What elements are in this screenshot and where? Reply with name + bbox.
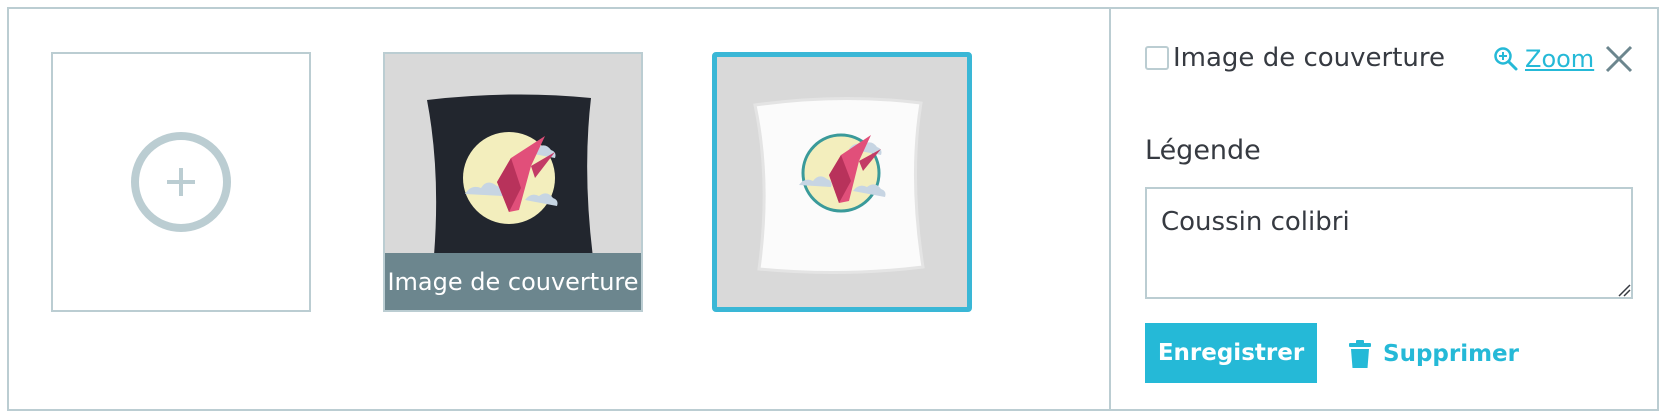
close-icon (1605, 45, 1633, 73)
image-details: Image de couverture Zoom Légende Coussin… (1145, 9, 1645, 409)
close-button[interactable] (1601, 41, 1637, 77)
caption-label: Légende (1145, 135, 1261, 166)
pillow-white-image (717, 57, 967, 307)
plus-circle-icon (131, 132, 231, 232)
zoom-link[interactable]: Zoom (1493, 45, 1594, 73)
cover-badge: Image de couverture (385, 253, 641, 310)
image-gallery: Image de couverture (9, 9, 1109, 409)
add-image-button[interactable] (51, 52, 311, 312)
zoom-in-icon (1494, 47, 1518, 71)
cover-checkbox-row: Image de couverture (1145, 37, 1475, 79)
delete-button[interactable]: Supprimer (1349, 331, 1519, 377)
image-thumbnail-selected[interactable] (712, 52, 972, 312)
panel-divider (1109, 9, 1111, 409)
caption-input[interactable]: Coussin colibri (1145, 187, 1633, 299)
save-button[interactable]: Enregistrer (1145, 323, 1317, 383)
product-images-panel: Image de couverture Image de couverture (7, 7, 1659, 411)
cover-checkbox[interactable] (1145, 46, 1169, 70)
image-thumbnail-cover[interactable]: Image de couverture (383, 52, 643, 312)
zoom-label: Zoom (1525, 45, 1595, 73)
trash-icon (1349, 340, 1371, 368)
delete-label: Supprimer (1383, 341, 1520, 367)
cover-checkbox-label: Image de couverture (1173, 43, 1445, 73)
resize-handle-icon[interactable] (1617, 283, 1631, 297)
